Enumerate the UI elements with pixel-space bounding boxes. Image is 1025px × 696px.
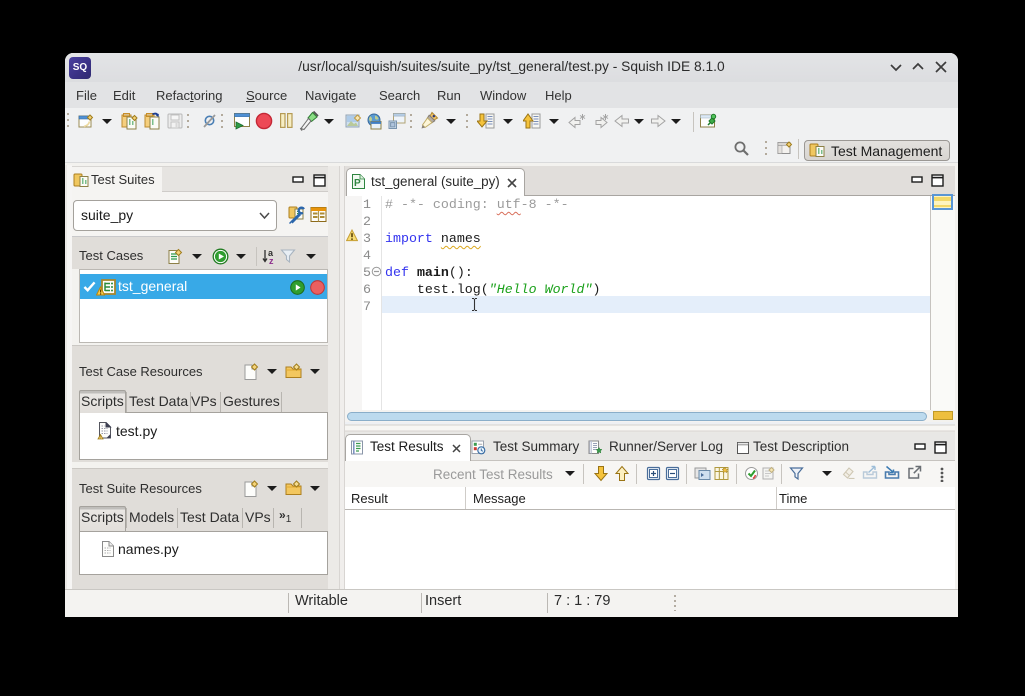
- svg-text:z: z: [269, 256, 274, 265]
- svg-text:P: P: [354, 178, 361, 189]
- svg-text:!: !: [100, 435, 101, 440]
